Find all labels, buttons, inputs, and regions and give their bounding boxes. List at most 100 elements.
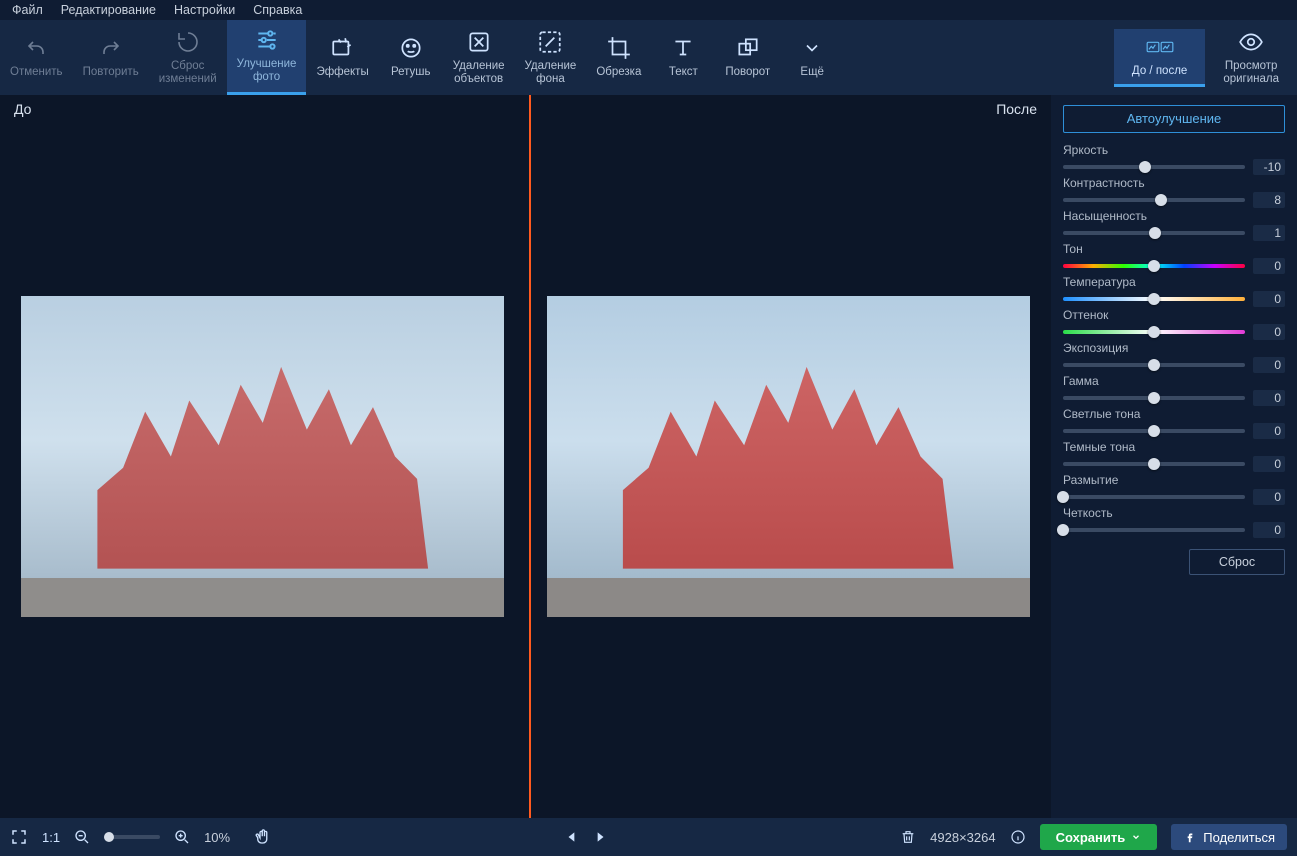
- zoom-in-button[interactable]: [174, 829, 190, 845]
- share-button[interactable]: Поделиться: [1171, 824, 1287, 850]
- auto-enhance-button[interactable]: Автоулучшение: [1063, 105, 1285, 133]
- zoom-percent-label: 10%: [204, 830, 230, 845]
- slider-row-9: Темные тона 0: [1063, 440, 1285, 472]
- delete-button[interactable]: [900, 829, 916, 845]
- slider-row-1: Контрастность8: [1063, 176, 1285, 208]
- zoom-out-button[interactable]: [74, 829, 90, 845]
- slider-track[interactable]: [1063, 330, 1245, 334]
- facebook-icon: [1183, 830, 1197, 844]
- canvas-area[interactable]: До После: [0, 95, 1051, 818]
- before-pane: [0, 95, 526, 818]
- fit-button[interactable]: 1:1: [42, 830, 60, 845]
- slider-value[interactable]: 0: [1253, 423, 1285, 439]
- view-original-label: Просмотр оригинала: [1223, 60, 1279, 86]
- slider-value[interactable]: 1: [1253, 225, 1285, 241]
- split-handle[interactable]: [529, 95, 531, 818]
- status-bar: 1:1 10% 4928×3264 Сохранить Поделиться: [0, 818, 1297, 856]
- prev-image-button[interactable]: [565, 830, 579, 844]
- slider-row-8: Светлые тона 0: [1063, 407, 1285, 439]
- eye-icon: [1237, 28, 1265, 56]
- save-button[interactable]: Сохранить: [1040, 824, 1158, 850]
- menu-bar: Файл Редактирование Настройки Справка: [0, 0, 1297, 20]
- slider-row-7: Гамма 0: [1063, 374, 1285, 406]
- slider-label: Насыщенность: [1063, 209, 1285, 223]
- undo-label: Отменить: [10, 66, 63, 79]
- slider-track[interactable]: [1063, 429, 1245, 433]
- slider-label: Гамма: [1063, 374, 1285, 388]
- effects-tool-button[interactable]: Эффекты: [306, 20, 378, 95]
- slider-track[interactable]: [1063, 363, 1245, 367]
- remove-bg-tool-label: Удаление фона: [525, 60, 577, 86]
- retouch-tool-button[interactable]: Ретушь: [379, 20, 443, 95]
- slider-label: Четкость: [1063, 506, 1285, 520]
- remove-bg-tool-button[interactable]: Удаление фона: [515, 20, 587, 95]
- remove-objects-tool-button[interactable]: Удаление объектов: [443, 20, 515, 95]
- more-tools-button[interactable]: Ещё: [780, 20, 844, 95]
- share-label: Поделиться: [1203, 830, 1275, 845]
- rotate-tool-button[interactable]: Поворот: [715, 20, 780, 95]
- crop-tool-label: Обрезка: [596, 66, 641, 79]
- info-button[interactable]: [1010, 829, 1026, 845]
- slider-value[interactable]: -10: [1253, 159, 1285, 175]
- slider-track[interactable]: [1063, 165, 1245, 169]
- slider-track[interactable]: [1063, 396, 1245, 400]
- undo-icon: [22, 34, 50, 62]
- next-image-button[interactable]: [593, 830, 607, 844]
- slider-track[interactable]: [1063, 297, 1245, 301]
- slider-label: Оттенок: [1063, 308, 1285, 322]
- before-after-label: До / после: [1132, 65, 1187, 78]
- text-tool-label: Текст: [669, 66, 698, 79]
- slider-value[interactable]: 0: [1253, 291, 1285, 307]
- enhance-tool-button[interactable]: Улучшение фото: [227, 20, 307, 95]
- fullscreen-button[interactable]: [10, 828, 28, 846]
- slider-track[interactable]: [1063, 198, 1245, 202]
- reset-sliders-button[interactable]: Сброс: [1189, 549, 1285, 575]
- slider-row-6: Экспозиция0: [1063, 341, 1285, 373]
- slider-track[interactable]: [1063, 264, 1245, 268]
- slider-track[interactable]: [1063, 495, 1245, 499]
- reset-changes-button[interactable]: Сброс изменений: [149, 20, 227, 95]
- slider-row-3: Тон0: [1063, 242, 1285, 274]
- slider-value[interactable]: 0: [1253, 357, 1285, 373]
- before-image: [21, 296, 504, 616]
- menu-settings[interactable]: Настройки: [174, 3, 235, 17]
- slider-row-4: Температура0: [1063, 275, 1285, 307]
- menu-help[interactable]: Справка: [253, 3, 302, 17]
- image-dimensions: 4928×3264: [930, 830, 995, 845]
- crop-tool-button[interactable]: Обрезка: [586, 20, 651, 95]
- sliders-icon: [253, 26, 281, 54]
- hand-tool-button[interactable]: [254, 828, 272, 846]
- slider-value[interactable]: 0: [1253, 489, 1285, 505]
- slider-value[interactable]: 0: [1253, 390, 1285, 406]
- slider-label: Темные тона: [1063, 440, 1285, 454]
- slider-track[interactable]: [1063, 231, 1245, 235]
- slider-value[interactable]: 0: [1253, 456, 1285, 472]
- slider-row-10: Размытие 0: [1063, 473, 1285, 505]
- zoom-slider[interactable]: [104, 835, 160, 839]
- before-after-toggle[interactable]: До / после: [1114, 29, 1205, 87]
- slider-value[interactable]: 0: [1253, 258, 1285, 274]
- menu-edit[interactable]: Редактирование: [61, 3, 156, 17]
- after-image: [547, 296, 1030, 616]
- slider-value[interactable]: 0: [1253, 522, 1285, 538]
- face-icon: [397, 34, 425, 62]
- slider-track[interactable]: [1063, 462, 1245, 466]
- view-original-button[interactable]: Просмотр оригинала: [1205, 24, 1297, 92]
- slider-value[interactable]: 0: [1253, 324, 1285, 340]
- rotate-tool-label: Поворот: [725, 66, 770, 79]
- main-toolbar: Отменить Повторить Сброс изменений Улучш…: [0, 20, 1297, 95]
- slider-track[interactable]: [1063, 528, 1245, 532]
- retouch-tool-label: Ретушь: [391, 66, 431, 79]
- slider-label: Размытие: [1063, 473, 1285, 487]
- slider-value[interactable]: 8: [1253, 192, 1285, 208]
- text-tool-button[interactable]: Текст: [651, 20, 715, 95]
- chevron-down-icon: [798, 34, 826, 62]
- slider-label: Светлые тона: [1063, 407, 1285, 421]
- slider-row-5: Оттенок 0: [1063, 308, 1285, 340]
- menu-file[interactable]: Файл: [12, 3, 43, 17]
- crop-icon: [605, 34, 633, 62]
- slider-row-2: Насыщенность 1: [1063, 209, 1285, 241]
- redo-button[interactable]: Повторить: [73, 20, 149, 95]
- effects-tool-label: Эффекты: [316, 66, 368, 79]
- undo-button[interactable]: Отменить: [0, 20, 73, 95]
